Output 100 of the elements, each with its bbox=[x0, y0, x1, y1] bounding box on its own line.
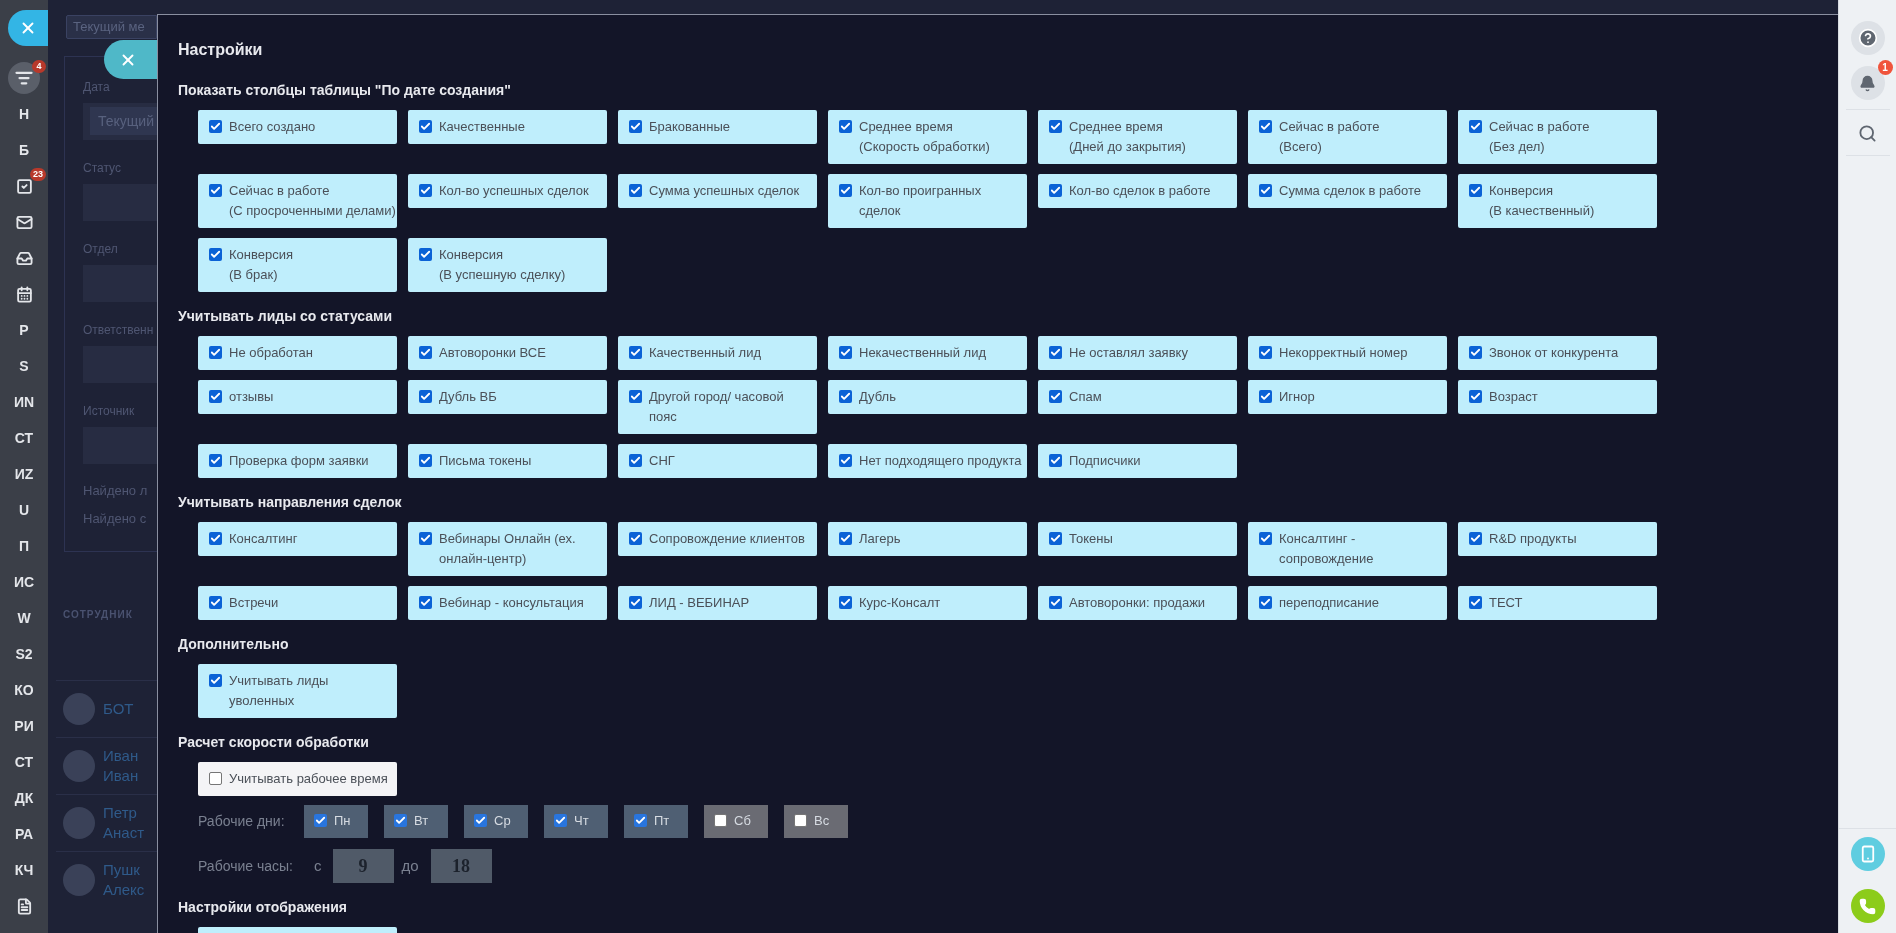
option-checkbox[interactable]: Возраст bbox=[1458, 380, 1657, 414]
checkbox[interactable] bbox=[1259, 390, 1272, 403]
checkbox[interactable] bbox=[209, 248, 222, 261]
help-button[interactable] bbox=[1850, 21, 1885, 55]
option-checkbox[interactable]: Некорректный номер bbox=[1248, 336, 1447, 370]
filter-field[interactable] bbox=[83, 265, 157, 302]
checkbox[interactable] bbox=[419, 120, 432, 133]
option-checkbox[interactable]: Сумма успешных сделок bbox=[618, 174, 817, 208]
checkbox[interactable] bbox=[419, 248, 432, 261]
checkbox[interactable] bbox=[839, 596, 852, 609]
nav-button[interactable]: ДК bbox=[0, 780, 48, 816]
option-checkbox[interactable]: Учитывать лиды уволенных bbox=[198, 664, 397, 718]
nav-button[interactable]: ИС bbox=[0, 564, 48, 600]
checkbox[interactable] bbox=[209, 596, 222, 609]
checkbox[interactable] bbox=[209, 120, 222, 133]
checkbox[interactable] bbox=[1469, 532, 1482, 545]
option-checkbox[interactable]: Вебинар - консультация bbox=[408, 586, 607, 620]
checkbox[interactable] bbox=[629, 346, 642, 359]
filter-field[interactable] bbox=[83, 184, 157, 221]
close-button[interactable] bbox=[8, 10, 48, 46]
checkbox[interactable] bbox=[419, 390, 432, 403]
checkbox[interactable] bbox=[1049, 454, 1062, 467]
option-checkbox[interactable]: Некачественный лид bbox=[828, 336, 1027, 370]
checkbox[interactable] bbox=[1049, 346, 1062, 359]
option-checkbox[interactable]: Нет подходящего продукта bbox=[828, 444, 1027, 478]
checkbox[interactable] bbox=[1259, 596, 1272, 609]
nav-button[interactable]: РИ bbox=[0, 708, 48, 744]
option-checkbox[interactable]: Курс-Консалт bbox=[828, 586, 1027, 620]
option-checkbox[interactable]: Конверсия (В успешную сделку) bbox=[408, 238, 607, 292]
checkbox[interactable] bbox=[629, 454, 642, 467]
option-checkbox[interactable]: Консалтинг - сопровождение bbox=[1248, 522, 1447, 576]
option-checkbox[interactable]: Качественный лид bbox=[618, 336, 817, 370]
option-checkbox[interactable]: СНГ bbox=[618, 444, 817, 478]
nav-button[interactable]: П bbox=[0, 528, 48, 564]
checkbox[interactable] bbox=[1259, 120, 1272, 133]
option-checkbox[interactable]: Подписчики bbox=[1038, 444, 1237, 478]
option-checkbox[interactable]: Кол-во успешных сделок bbox=[408, 174, 607, 208]
nav-button[interactable]: Н bbox=[0, 96, 48, 132]
nav-button[interactable]: ИZ bbox=[0, 456, 48, 492]
nav-button[interactable]: РА bbox=[0, 816, 48, 852]
nav-button[interactable]: СТ bbox=[0, 744, 48, 780]
option-checkbox[interactable]: отзывы bbox=[198, 380, 397, 414]
filter-field[interactable] bbox=[83, 427, 157, 464]
option-checkbox[interactable]: Конверсия (В брак) bbox=[198, 238, 397, 292]
option-checkbox[interactable]: Другой город/ часовой пояс bbox=[618, 380, 817, 434]
option-checkbox[interactable]: R&D продукты bbox=[1458, 522, 1657, 556]
option-checkbox[interactable]: Токены bbox=[1038, 522, 1237, 556]
option-checkbox[interactable]: Лагерь bbox=[828, 522, 1027, 556]
option-checkbox[interactable]: Не оставлял заявку bbox=[1038, 336, 1237, 370]
nav-button[interactable]: S bbox=[0, 348, 48, 384]
option-checkbox[interactable]: Игнор bbox=[1248, 380, 1447, 414]
checkbox[interactable] bbox=[419, 454, 432, 467]
option-checkbox[interactable]: Письма токены bbox=[408, 444, 607, 478]
checkbox[interactable] bbox=[839, 454, 852, 467]
notifications-button[interactable] bbox=[1850, 66, 1885, 100]
checkbox[interactable] bbox=[1469, 596, 1482, 609]
option-checkbox[interactable]: Звонок от конкурента bbox=[1458, 336, 1657, 370]
checkbox[interactable] bbox=[1049, 120, 1062, 133]
option-checkbox[interactable]: Кол-во проигранных сделок bbox=[828, 174, 1027, 228]
checkbox[interactable] bbox=[629, 184, 642, 197]
checkbox[interactable] bbox=[1469, 346, 1482, 359]
option-checkbox[interactable]: Сопровождение клиентов bbox=[618, 522, 817, 556]
checkbox[interactable] bbox=[629, 120, 642, 133]
checkbox[interactable] bbox=[419, 596, 432, 609]
option-checkbox[interactable]: Вебинары Онлайн (ех. онлайн-центр) bbox=[408, 522, 607, 576]
checkbox[interactable] bbox=[1259, 346, 1272, 359]
checkbox[interactable] bbox=[1469, 120, 1482, 133]
option-checkbox[interactable]: Не обработан bbox=[198, 336, 397, 370]
checkbox[interactable] bbox=[629, 596, 642, 609]
checkbox[interactable] bbox=[629, 390, 642, 403]
checkbox[interactable] bbox=[839, 184, 852, 197]
checkbox[interactable] bbox=[1049, 532, 1062, 545]
checkbox[interactable] bbox=[839, 532, 852, 545]
option-checkbox[interactable]: Дубль ВБ bbox=[408, 380, 607, 414]
option-checkbox[interactable]: Дубль bbox=[828, 380, 1027, 414]
option-checkbox[interactable]: Спам bbox=[1038, 380, 1237, 414]
nav-button[interactable]: S2 bbox=[0, 636, 48, 672]
checkbox[interactable] bbox=[1259, 532, 1272, 545]
checkbox[interactable] bbox=[839, 390, 852, 403]
checkbox[interactable] bbox=[209, 390, 222, 403]
nav-button[interactable]: Р bbox=[0, 312, 48, 348]
filter-field[interactable] bbox=[83, 346, 157, 383]
nav-button[interactable]: СТ bbox=[0, 420, 48, 456]
nav-button[interactable]: 4 bbox=[0, 60, 48, 96]
checkbox[interactable] bbox=[209, 674, 222, 687]
option-checkbox[interactable]: Встречи bbox=[198, 586, 397, 620]
option-checkbox[interactable]: Бракованные bbox=[618, 110, 817, 144]
option-checkbox[interactable]: Автоворонки ВСЕ bbox=[408, 336, 607, 370]
checkbox[interactable] bbox=[419, 184, 432, 197]
checkbox[interactable] bbox=[419, 532, 432, 545]
option-checkbox[interactable]: Среднее время (Дней до закрытия) bbox=[1038, 110, 1237, 164]
option-checkbox[interactable]: Консалтинг bbox=[198, 522, 397, 556]
checkbox[interactable] bbox=[419, 346, 432, 359]
nav-button[interactable]: КЧ bbox=[0, 852, 48, 888]
nav-button[interactable]: Б bbox=[0, 132, 48, 168]
nav-button[interactable]: ИN bbox=[0, 384, 48, 420]
checkbox[interactable] bbox=[1049, 184, 1062, 197]
checkbox[interactable] bbox=[209, 454, 222, 467]
option-checkbox[interactable]: переподписание bbox=[1248, 586, 1447, 620]
checkbox[interactable] bbox=[1049, 596, 1062, 609]
